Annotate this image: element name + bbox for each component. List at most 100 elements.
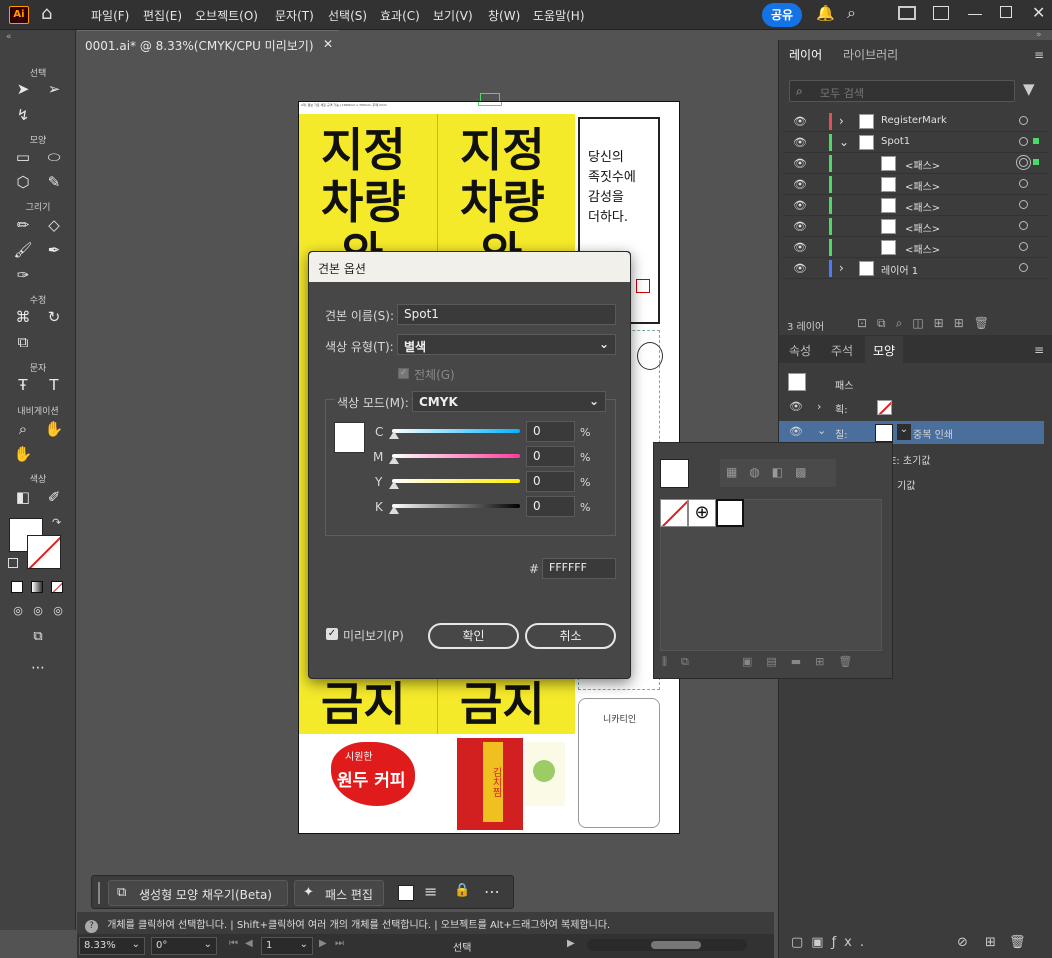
fill-chip[interactable] (398, 885, 414, 901)
menu-view[interactable]: 보기(V) (433, 7, 473, 24)
home-icon[interactable]: ⌂ (41, 3, 52, 24)
first-artboard-icon[interactable]: ⏮ (229, 938, 238, 949)
scrollbar-thumb[interactable] (651, 941, 701, 949)
selection-indicator[interactable] (1033, 159, 1039, 165)
filter-icon[interactable]: ▼ (1023, 80, 1035, 98)
eye-icon[interactable]: 👁 (793, 220, 807, 233)
rectangle-tool-icon[interactable]: ▭ (11, 146, 35, 168)
menu-window[interactable]: 창(W) (488, 7, 520, 24)
stroke-swatch[interactable] (27, 535, 61, 569)
tab-properties[interactable]: 속성 (781, 336, 819, 364)
layer-row[interactable]: 👁 › 레이어 1 (783, 258, 1048, 279)
swap-fill-stroke-icon[interactable]: ↷ (52, 516, 61, 529)
stroke-none-swatch[interactable] (877, 400, 892, 415)
eye-icon[interactable]: 👁 (793, 262, 807, 275)
rotate-tool-icon[interactable]: ↻ (42, 306, 66, 328)
layer-row[interactable]: 👁 › RegisterMark (783, 111, 1048, 132)
target-icon[interactable] (1019, 200, 1028, 209)
eye-icon[interactable]: 👁 (793, 157, 807, 170)
target-icon[interactable] (1019, 242, 1028, 251)
hand-tool-icon[interactable]: ✋ (42, 418, 66, 440)
channel-m-track[interactable] (392, 454, 520, 458)
preview-checkbox[interactable]: ✓ (326, 628, 338, 640)
channel-c-track[interactable] (392, 429, 520, 433)
bell-icon[interactable]: 🔔 (816, 4, 835, 22)
channel-m-knob[interactable] (389, 456, 399, 464)
layer-row[interactable]: 👁 <패스> (783, 195, 1048, 216)
more-tools-icon[interactable]: ⋯ (26, 657, 50, 679)
chevron-down-icon[interactable]: ⌄ (839, 135, 849, 149)
workspace-icon[interactable] (898, 6, 916, 20)
default-colors-icon[interactable] (8, 558, 18, 568)
chevron-right-icon[interactable]: › (839, 114, 844, 128)
pencil-tool-icon[interactable]: ✏ (11, 214, 35, 236)
eye-icon[interactable]: 👁 (793, 199, 807, 212)
color-type-select[interactable]: 별색 ⌄ (397, 334, 616, 355)
swatch-none[interactable] (660, 499, 688, 527)
target-icon[interactable] (1019, 137, 1028, 146)
screen-mode-icon[interactable]: ⧉ (26, 626, 50, 648)
delete-item-icon[interactable]: 🗑 (1009, 935, 1026, 950)
layers-footer-icons[interactable]: ⊡⧉⌕◫⊞⊞🗑 (857, 316, 999, 331)
channel-y-track[interactable] (392, 479, 520, 483)
next-artboard-icon[interactable]: ▶ (319, 938, 327, 949)
swatch-name-input[interactable]: Spot1 (397, 304, 616, 325)
eye-icon[interactable]: 👁 (793, 241, 807, 254)
share-button[interactable]: 공유 (762, 3, 802, 27)
chevron-right-icon[interactable]: › (817, 400, 821, 413)
align-icon[interactable]: ≡ (424, 882, 437, 901)
tab-comments[interactable]: 주석 (823, 336, 861, 364)
layer-row[interactable]: 👁 <패스> (783, 237, 1048, 258)
menu-effect[interactable]: 효과(C) (380, 7, 420, 24)
direct-selection-tool-icon[interactable]: ➢ (42, 78, 66, 100)
menu-type[interactable]: 문자(T) (275, 7, 314, 24)
channel-k-knob[interactable] (389, 506, 399, 514)
channel-k-input[interactable]: 0 (526, 496, 575, 517)
eyedropper-tool-icon[interactable]: ✐ (42, 486, 66, 508)
document-tab[interactable]: 0001.ai* @ 8.33%(CMYK/CPU 미리보기) ✕ (77, 30, 339, 56)
menu-select[interactable]: 선택(S) (328, 7, 367, 24)
popup-footer-icons-right[interactable]: ▣▤▬⊞🗑 (742, 655, 866, 668)
target-icon[interactable] (1019, 158, 1028, 167)
window-app-icon[interactable] (933, 6, 949, 20)
selection-handle-top[interactable] (478, 102, 502, 106)
type-tool-icon[interactable]: T (42, 374, 66, 396)
type-on-path-icon[interactable]: Ŧ (11, 374, 35, 396)
shaper-tool-icon[interactable]: ✎ (42, 171, 66, 193)
hex-input[interactable]: FFFFFF (542, 558, 616, 579)
shape-builder-icon[interactable]: ⧉ (11, 331, 35, 353)
eye-icon[interactable]: 👁 (793, 178, 807, 191)
tab-libraries[interactable]: 라이브러리 (835, 40, 906, 68)
pen-tool-icon[interactable]: ✒ (42, 239, 66, 261)
chevron-right-icon[interactable]: › (839, 261, 844, 275)
menu-help[interactable]: 도움말(H) (533, 7, 585, 24)
lock-icon[interactable]: 🔒 (454, 883, 470, 898)
color-mode-select[interactable]: CMYK ⌄ (412, 391, 606, 412)
clear-appearance-icon[interactable]: ⊘ (957, 935, 968, 950)
last-artboard-icon[interactable]: ⏭ (335, 938, 344, 949)
close-icon[interactable]: ✕ (1032, 3, 1045, 22)
target-icon[interactable] (1019, 116, 1028, 125)
more-icon[interactable]: ⋯ (484, 882, 500, 901)
panel-collapse-icon[interactable]: » (1036, 30, 1042, 40)
channel-y-input[interactable]: 0 (526, 471, 575, 492)
eye-icon[interactable]: 👁 (793, 136, 807, 149)
layer-row[interactable]: 👁 <패스> (783, 216, 1048, 237)
layers-search[interactable]: ⌕ 모두 검색 (789, 80, 1015, 102)
ellipse-tool-icon[interactable]: ⬭ (42, 146, 66, 168)
polygon-tool-icon[interactable]: ⬡ (11, 171, 35, 193)
zoom-tool-icon[interactable]: ⌕ (11, 418, 35, 440)
gradient-mode-icon[interactable] (31, 581, 43, 593)
menu-object[interactable]: 오브젝트(O) (195, 7, 258, 24)
horizontal-scrollbar[interactable] (587, 939, 747, 951)
selection-tool-icon[interactable]: ➤ (11, 78, 35, 100)
chevron-down-icon[interactable]: ⌄ (817, 424, 826, 437)
layer-row[interactable]: 👁 <패스> (783, 174, 1048, 195)
menu-file[interactable]: 파일(F) (91, 7, 129, 24)
none-mode-icon[interactable] (51, 581, 63, 593)
panel-collapse-icon[interactable]: « (6, 32, 12, 42)
eye-icon[interactable]: 👁 (789, 425, 803, 438)
popup-view-icons[interactable]: ▦◍◧▩ (720, 459, 836, 487)
zoom-field[interactable]: 8.33% ⌄ (79, 937, 145, 955)
color-mode-icon[interactable] (11, 581, 23, 593)
